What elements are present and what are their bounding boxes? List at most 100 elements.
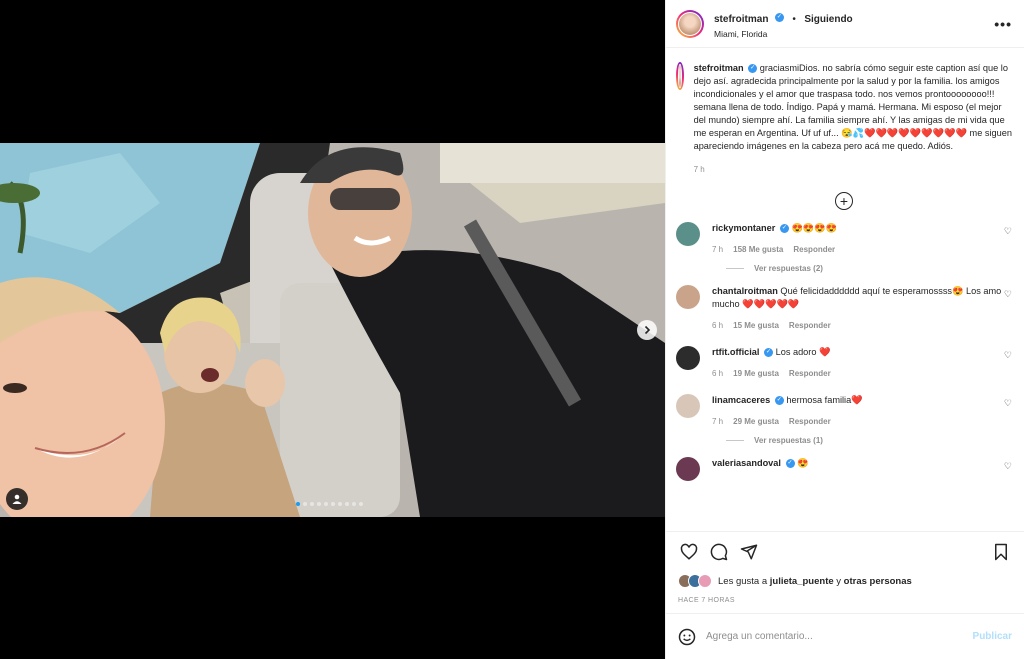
comments-section: stefroitman ✓ graciasmiDios. no sabría c… xyxy=(666,48,1024,531)
comment-likes[interactable]: 15 Me gusta xyxy=(733,321,779,330)
comment-likes[interactable]: 158 Me gusta xyxy=(733,245,783,254)
comment-time[interactable]: 6 h xyxy=(712,321,723,330)
view-replies-button[interactable]: Ver respuestas (1) xyxy=(726,436,1012,445)
comment-text: 😍😍😍😍 xyxy=(791,223,838,233)
instagram-post-modal: stefroitman ✓ • Siguiendo Miami, Florida… xyxy=(0,0,1024,659)
likes-connector: y xyxy=(836,575,842,587)
carousel-dot xyxy=(331,502,335,506)
carousel-dot xyxy=(345,502,349,506)
post-time-ago[interactable]: HACE 7 HORAS xyxy=(666,591,1024,613)
reply-button[interactable]: Responder xyxy=(789,369,831,378)
carousel-dot xyxy=(303,502,307,506)
heart-icon xyxy=(680,543,698,560)
share-button[interactable] xyxy=(738,541,760,563)
publish-button[interactable]: Publicar xyxy=(973,631,1012,642)
post-side-panel: stefroitman ✓ • Siguiendo Miami, Florida… xyxy=(665,0,1024,659)
carousel-dot xyxy=(359,502,363,506)
comment-likes[interactable]: 19 Me gusta xyxy=(733,369,779,378)
commenter-username[interactable]: rtfit.official xyxy=(712,347,759,357)
comment-like-icon[interactable]: ♡ xyxy=(1004,461,1012,481)
carousel-dot xyxy=(310,502,314,506)
action-bar xyxy=(666,531,1024,571)
comment-like-icon[interactable]: ♡ xyxy=(1004,398,1012,426)
post-photo[interactable] xyxy=(0,143,665,517)
comment-item: rtfit.official ✓ Los adoro ❤️ 6 h 19 Me … xyxy=(676,346,1012,378)
caption-text: graciasmiDios. no sabría cómo seguir est… xyxy=(693,63,1012,151)
comment-like-icon[interactable]: ♡ xyxy=(1004,350,1012,378)
comment-text: hermosa familia❤️ xyxy=(786,395,863,405)
likes-others[interactable]: otras personas xyxy=(844,576,912,587)
comment-item: valeriasandoval ✓ 😍 ♡ xyxy=(676,457,1012,481)
commenter-avatar[interactable] xyxy=(676,346,700,370)
comment-time[interactable]: 6 h xyxy=(712,369,723,378)
carousel-dot xyxy=(296,502,300,506)
author-avatar[interactable] xyxy=(676,9,704,38)
comment-time[interactable]: 7 h xyxy=(712,417,723,426)
replies-line xyxy=(726,268,744,269)
verified-badge-icon: ✓ xyxy=(785,459,795,469)
likes-user[interactable]: julieta_puente xyxy=(770,576,834,587)
comment-meta: 6 h 19 Me gusta Responder xyxy=(712,369,1004,378)
comment-likes[interactable]: 29 Me gusta xyxy=(733,417,779,426)
carousel-dot xyxy=(324,502,328,506)
likes-prefix: Les gusta a xyxy=(718,575,768,587)
comment-item: rickymontaner ✓ 😍😍😍😍 7 h 158 Me gusta Re… xyxy=(676,222,1012,254)
commenter-avatar[interactable] xyxy=(676,457,700,481)
comment-item: chantalroitman Qué felicidadddddd aquí t… xyxy=(676,285,1012,330)
carousel-dot xyxy=(338,502,342,506)
comment-icon xyxy=(710,543,728,560)
comment-meta: 7 h 29 Me gusta Responder xyxy=(712,417,1004,426)
commenter-username[interactable]: linamcaceres xyxy=(712,395,770,405)
reply-button[interactable]: Responder xyxy=(793,245,835,254)
verified-badge-icon: ✓ xyxy=(774,12,784,22)
carousel-dot xyxy=(317,502,321,506)
tagged-users-button[interactable] xyxy=(6,488,28,510)
verified-badge-icon: ✓ xyxy=(774,396,784,406)
likes-summary: Les gusta a julieta_puente y otras perso… xyxy=(666,571,1024,591)
view-replies-label[interactable]: Ver respuestas (1) xyxy=(754,436,823,445)
next-slide-button[interactable] xyxy=(637,320,657,340)
verified-badge-icon: ✓ xyxy=(748,64,758,74)
save-button[interactable] xyxy=(990,541,1012,563)
post-location[interactable]: Miami, Florida xyxy=(714,29,994,39)
commenter-avatar[interactable] xyxy=(676,394,700,418)
caption-time: 7 h xyxy=(693,165,705,174)
commenter-username[interactable]: chantalroitman xyxy=(712,286,778,296)
caption-author-avatar[interactable] xyxy=(676,62,684,90)
follow-status-button[interactable]: Siguiendo xyxy=(804,14,852,25)
more-options-icon[interactable]: ••• xyxy=(994,16,1012,32)
comment-button[interactable] xyxy=(708,541,730,563)
add-circle-icon[interactable]: + xyxy=(835,192,853,210)
commenter-username[interactable]: rickymontaner xyxy=(712,223,775,233)
reply-button[interactable]: Responder xyxy=(789,321,831,330)
replies-line xyxy=(726,440,744,441)
comment-list: rickymontaner ✓ 😍😍😍😍 7 h 158 Me gusta Re… xyxy=(676,222,1012,481)
commenter-avatar[interactable] xyxy=(676,222,700,246)
add-comment-bar: Publicar xyxy=(666,613,1024,659)
view-replies-button[interactable]: Ver respuestas (2) xyxy=(726,264,1012,273)
comment-text: Los adoro ❤️ xyxy=(775,347,831,357)
post-caption: stefroitman ✓ graciasmiDios. no sabría c… xyxy=(676,62,1012,176)
reply-button[interactable]: Responder xyxy=(789,417,831,426)
comment-time[interactable]: 7 h xyxy=(712,245,723,254)
view-replies-label[interactable]: Ver respuestas (2) xyxy=(754,264,823,273)
caption-username[interactable]: stefroitman xyxy=(694,63,744,73)
comment-text: 😍 xyxy=(797,458,809,468)
comment-like-icon[interactable]: ♡ xyxy=(1004,289,1012,330)
comment-meta: 6 h 15 Me gusta Responder xyxy=(712,321,1004,330)
comment-like-icon[interactable]: ♡ xyxy=(1004,226,1012,254)
commenter-username[interactable]: valeriasandoval xyxy=(712,458,781,468)
emoji-icon[interactable] xyxy=(678,628,696,646)
author-username[interactable]: stefroitman xyxy=(714,14,768,25)
carousel-indicator xyxy=(296,502,363,506)
commenter-avatar[interactable] xyxy=(676,285,700,309)
post-header: stefroitman ✓ • Siguiendo Miami, Florida… xyxy=(666,0,1024,48)
bookmark-icon xyxy=(995,543,1007,560)
verified-badge-icon: ✓ xyxy=(764,348,774,358)
media-area xyxy=(0,0,665,659)
user-tag-icon xyxy=(12,494,22,504)
comment-input[interactable] xyxy=(706,631,973,642)
comment-meta: 7 h 158 Me gusta Responder xyxy=(712,245,1004,254)
verified-badge-icon: ✓ xyxy=(779,224,789,234)
like-button[interactable] xyxy=(678,541,700,563)
